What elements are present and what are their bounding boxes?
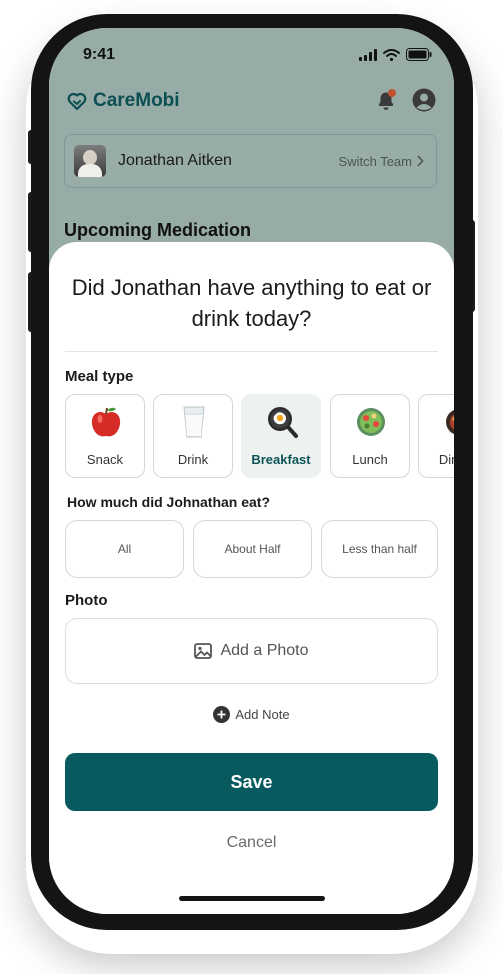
chevron-right-icon bbox=[417, 155, 424, 167]
profile-card[interactable]: Jonathan Aitken Switch Team bbox=[64, 134, 437, 188]
amount-eaten-label: How much did Johnathan eat? bbox=[67, 494, 271, 510]
sheet-question: Did Jonathan have anything to eat or dri… bbox=[71, 275, 432, 331]
amount-option-label: About Half bbox=[224, 542, 281, 556]
switch-team-label: Switch Team bbox=[338, 153, 412, 169]
meal-option-label: Breakfast bbox=[251, 452, 311, 467]
meal-option-breakfast[interactable]: Breakfast bbox=[241, 394, 321, 478]
meal-option-label: Lunch bbox=[352, 452, 388, 467]
meal-option-dinner[interactable]: Dinner bbox=[418, 394, 454, 478]
amount-option-less-than-half[interactable]: Less than half bbox=[321, 520, 438, 578]
meal-option-label: Dinner bbox=[438, 452, 454, 467]
account-avatar-icon[interactable] bbox=[412, 88, 436, 112]
phone-screen: 9:41 CareMobi Jonathan Aitken Switch Tea… bbox=[49, 28, 454, 914]
meal-option-drink[interactable]: Drink bbox=[153, 394, 233, 478]
meal-option-snack[interactable]: Snack bbox=[65, 394, 145, 478]
profile-name: Jonathan Aitken bbox=[118, 152, 232, 169]
meal-log-sheet: Did Jonathan have anything to eat or dri… bbox=[49, 242, 454, 914]
section-title: Upcoming Medication bbox=[64, 220, 252, 240]
salad-bowl-icon bbox=[357, 408, 385, 436]
add-photo-label: Add a Photo bbox=[220, 642, 309, 659]
photo-label: Photo bbox=[65, 592, 108, 609]
add-note-button[interactable]: Add Note bbox=[49, 706, 454, 723]
apple-icon bbox=[91, 407, 121, 437]
meal-option-label: Snack bbox=[86, 452, 124, 467]
caremobi-logo-icon bbox=[67, 92, 87, 111]
meal-option-lunch[interactable]: Lunch bbox=[330, 394, 410, 478]
home-indicator[interactable] bbox=[179, 896, 325, 901]
amount-option-label: All bbox=[117, 542, 132, 556]
header-actions bbox=[374, 88, 436, 112]
signal-icon bbox=[359, 48, 377, 61]
save-button[interactable]: Save bbox=[65, 753, 438, 811]
brand-logo: CareMobi bbox=[67, 90, 180, 112]
plus-circle-icon bbox=[213, 706, 231, 723]
amount-option-all[interactable]: All bbox=[65, 520, 184, 578]
milk-glass-icon bbox=[183, 406, 205, 438]
divider bbox=[65, 351, 438, 352]
wifi-icon bbox=[383, 48, 400, 61]
status-icons bbox=[359, 48, 432, 61]
image-icon bbox=[194, 643, 213, 659]
status-bar: 9:41 bbox=[49, 28, 454, 80]
profile-photo bbox=[74, 145, 106, 177]
notification-bell-icon[interactable] bbox=[374, 88, 398, 112]
add-note-label: Add Note bbox=[235, 707, 290, 722]
amount-option-label: Less than half bbox=[342, 542, 417, 556]
meal-option-label: Drink bbox=[177, 452, 209, 467]
dinner-plate-icon bbox=[446, 410, 454, 434]
meal-type-label: Meal type bbox=[65, 368, 134, 385]
add-photo-button[interactable]: Add a Photo bbox=[65, 618, 438, 684]
cancel-button[interactable]: Cancel bbox=[49, 834, 454, 852]
amount-option-about-half[interactable]: About Half bbox=[193, 520, 312, 578]
battery-icon bbox=[406, 48, 432, 61]
switch-team-link[interactable]: Switch Team bbox=[339, 154, 424, 169]
brand-name: CareMobi bbox=[93, 90, 180, 111]
meal-type-carousel[interactable]: Snack Drink Breakfast Lunch Di bbox=[65, 394, 454, 478]
status-time: 9:41 bbox=[83, 46, 116, 63]
frying-pan-egg-icon bbox=[268, 407, 298, 438]
